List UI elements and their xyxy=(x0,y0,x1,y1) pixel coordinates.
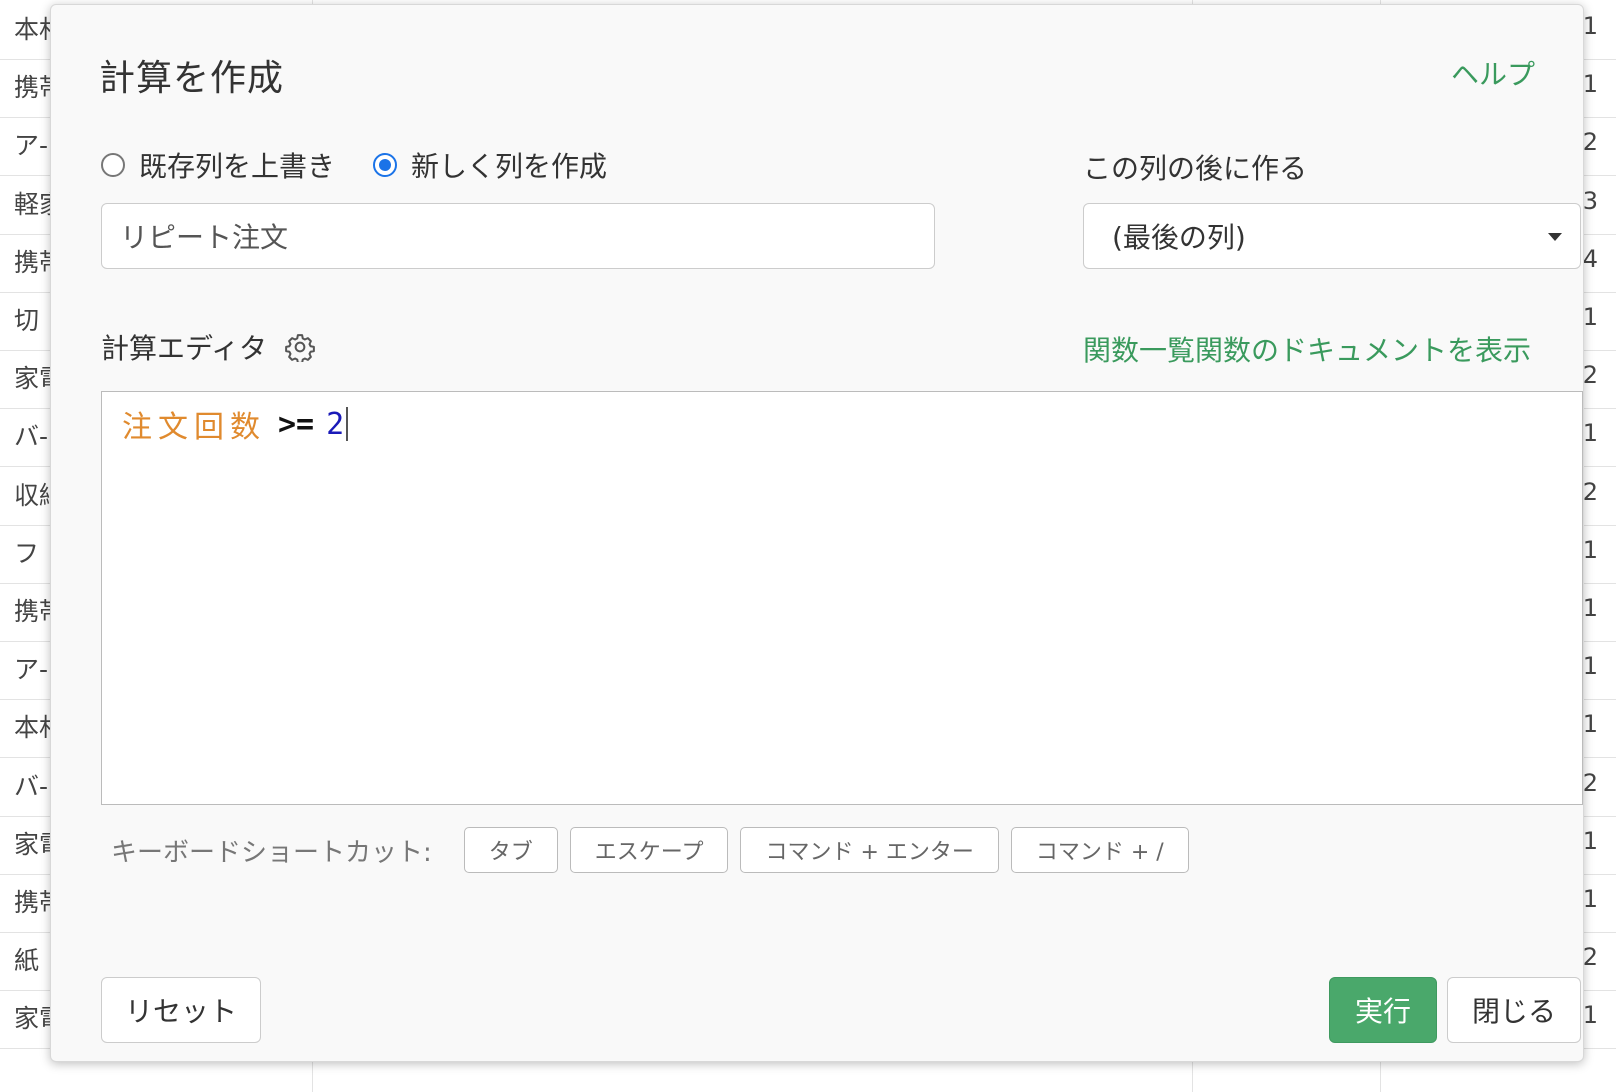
sheet-cell-count: 2 xyxy=(1582,477,1598,506)
run-button[interactable]: 実行 xyxy=(1329,977,1437,1043)
sheet-cell-name: バ- xyxy=(14,771,49,801)
sheet-cell-count: 2 xyxy=(1582,128,1598,157)
shortcuts-label: キーボードショートカット: xyxy=(111,837,432,868)
position-label: この列の後に作る xyxy=(1083,152,1308,185)
code-column-token: 注文回数 xyxy=(122,410,266,445)
sheet-cell-count: 2 xyxy=(1582,768,1598,797)
close-button[interactable]: 閉じる xyxy=(1447,977,1581,1043)
sheet-cell-count: 1 xyxy=(1582,826,1598,855)
position-select[interactable]: (最後の列) xyxy=(1083,203,1581,269)
sheet-cell-count: 2 xyxy=(1582,943,1598,972)
sheet-cell-count: 3 xyxy=(1582,186,1598,215)
sheet-cell-name: ア- xyxy=(14,131,49,161)
shortcut-key-escape: エスケープ xyxy=(569,827,729,873)
sheet-cell-name: バ- xyxy=(14,422,49,452)
editor-header: 計算エディタ xyxy=(101,327,315,367)
gear-icon[interactable] xyxy=(285,332,315,362)
shortcut-key-tab: タブ xyxy=(463,827,558,873)
sheet-cell-name: ア- xyxy=(14,655,49,685)
text-cursor xyxy=(346,407,349,441)
create-calculation-dialog: 計算を作成 ヘルプ 既存列を上書き 新しく列を作成 この列の後に作る (最後の列… xyxy=(50,4,1584,1062)
calculation-editor[interactable]: 注文回数 >= 2 xyxy=(101,391,1583,805)
sheet-cell-count: 1 xyxy=(1582,710,1598,739)
sheet-cell-count: 2 xyxy=(1582,361,1598,390)
keyboard-shortcuts: キーボードショートカット: タブ エスケープ コマンド + エンター コマンド … xyxy=(111,827,1189,873)
sheet-cell-count: 1 xyxy=(1582,419,1598,448)
code-operator-token: >= xyxy=(278,406,315,442)
sheet-cell-name: フ xyxy=(14,538,40,568)
position-selected-value: (最後の列) xyxy=(1112,221,1246,254)
sheet-cell-count: 1 xyxy=(1582,70,1598,99)
sheet-cell-count: 4 xyxy=(1582,244,1598,273)
sheet-cell-count: 1 xyxy=(1582,594,1598,622)
radio-unchecked-icon[interactable] xyxy=(101,153,125,177)
dialog-title: 計算を作成 xyxy=(99,58,285,99)
help-link[interactable]: ヘルプ xyxy=(1451,53,1535,93)
caret-down-icon xyxy=(1548,233,1562,241)
shortcut-key-cmd-enter: コマンド + エンター xyxy=(740,827,999,873)
sheet-cell-name: 切 xyxy=(14,306,40,335)
radio-create-new-column[interactable]: 新しく列を作成 xyxy=(373,145,607,185)
mode-radio-group: 既存列を上書き 新しく列を作成 xyxy=(101,145,607,185)
sheet-cell-count: 1 xyxy=(1582,303,1598,331)
sheet-cell-name: 紙 xyxy=(14,946,40,976)
sheet-cell-count: 1 xyxy=(1582,1001,1598,1030)
editor-label: 計算エディタ xyxy=(101,332,268,365)
code-line: 注文回数 >= 2 xyxy=(122,402,1562,446)
function-list-link[interactable]: 関数一覧 xyxy=(1083,329,1195,369)
function-doc-link[interactable]: 関数のドキュメントを表示 xyxy=(1195,329,1531,369)
code-number-token: 2 xyxy=(326,406,345,442)
reset-button[interactable]: リセット xyxy=(101,977,261,1043)
shortcut-key-cmd-slash: コマンド + / xyxy=(1010,827,1189,873)
sheet-cell-count: 1 xyxy=(1582,12,1598,40)
column-name-input[interactable] xyxy=(101,203,935,269)
radio-label: 新しく列を作成 xyxy=(411,150,608,183)
radio-checked-icon[interactable] xyxy=(373,153,398,177)
sheet-cell-count: 1 xyxy=(1582,535,1598,564)
radio-label: 既存列を上書き xyxy=(139,150,336,183)
radio-overwrite-existing[interactable]: 既存列を上書き xyxy=(101,145,335,185)
sheet-cell-count: 1 xyxy=(1582,652,1598,681)
sheet-cell-count: 1 xyxy=(1582,885,1598,913)
